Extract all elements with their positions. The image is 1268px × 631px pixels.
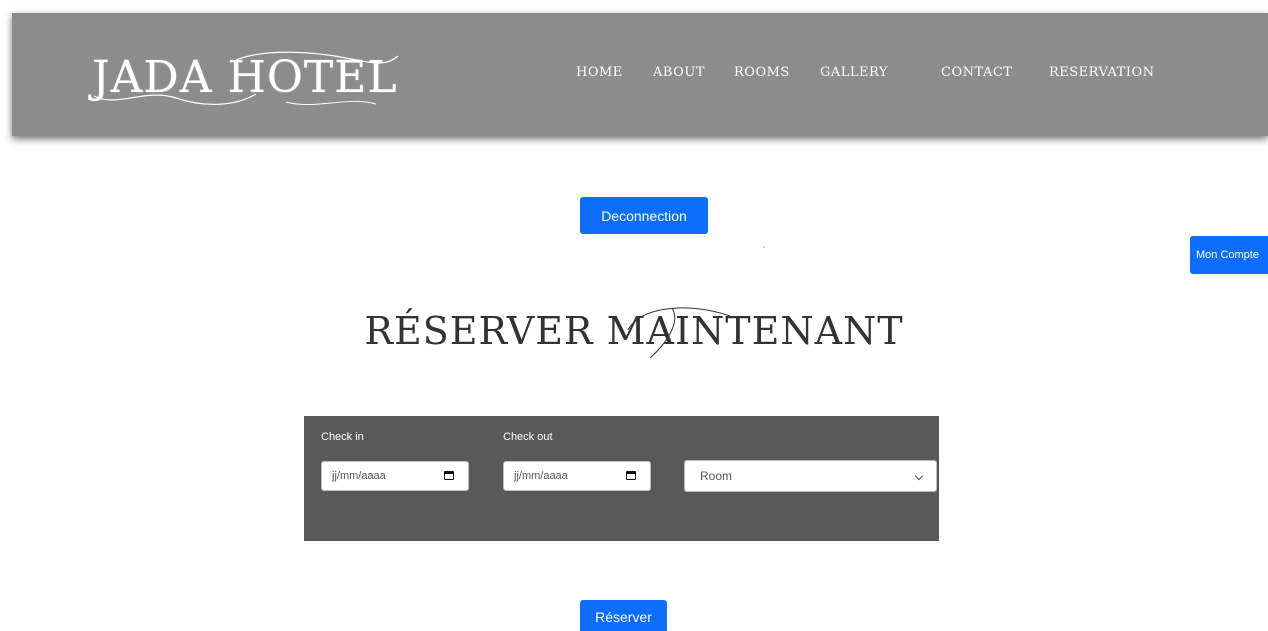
page: JADA HOTEL HOME ABOUT ROOMS GALLERY CONT… xyxy=(0,0,1268,631)
nav-contact[interactable]: CONTACT xyxy=(941,65,1012,80)
calendar-icon[interactable] xyxy=(626,471,636,480)
site-header: JADA HOTEL HOME ABOUT ROOMS GALLERY CONT… xyxy=(12,13,1268,136)
nav-reservation[interactable]: RESERVATION xyxy=(1049,65,1155,80)
room-select[interactable]: Room xyxy=(684,460,937,492)
nav-rooms[interactable]: ROOMS xyxy=(734,65,790,80)
chevron-down-icon xyxy=(914,471,924,481)
decorative-dot xyxy=(763,246,765,248)
checkout-label: Check out xyxy=(503,431,553,443)
booking-form: Check in Check out jj/mm/aaaa jj/mm/aaaa… xyxy=(304,416,939,541)
nav-gallery[interactable]: GALLERY xyxy=(820,65,888,80)
checkout-date-value: jj/mm/aaaa xyxy=(514,470,568,482)
deconnection-button[interactable]: Deconnection xyxy=(580,197,708,234)
logo-text: JADA HOTEL xyxy=(92,52,398,103)
checkin-date-value: jj/mm/aaaa xyxy=(332,470,386,482)
checkin-date-input[interactable]: jj/mm/aaaa xyxy=(321,461,469,491)
mon-compte-button[interactable]: Mon Compte xyxy=(1190,236,1268,274)
nav-home[interactable]: HOME xyxy=(576,65,623,80)
hotel-logo[interactable]: JADA HOTEL xyxy=(92,48,399,108)
checkout-date-input[interactable]: jj/mm/aaaa xyxy=(503,461,651,491)
calendar-icon[interactable] xyxy=(444,471,454,480)
room-select-value: Room xyxy=(700,469,733,483)
page-title: RÉSERVER MAINTENANT xyxy=(364,309,904,353)
nav-about[interactable]: ABOUT xyxy=(653,65,705,80)
checkin-label: Check in xyxy=(321,431,364,443)
reserver-button[interactable]: Réserver xyxy=(580,600,667,631)
